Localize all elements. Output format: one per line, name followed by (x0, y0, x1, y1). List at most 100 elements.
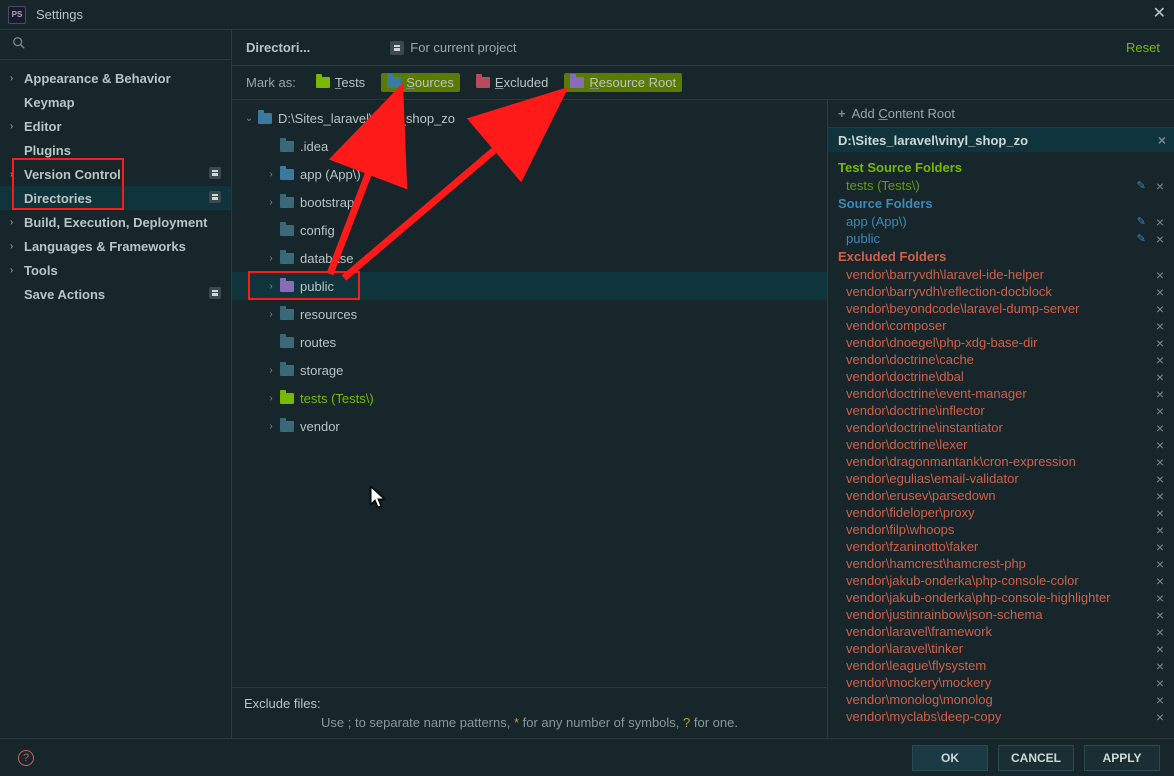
folder-row[interactable]: tests (Tests\)✎× (828, 177, 1174, 194)
remove-icon[interactable]: × (1156, 539, 1164, 555)
folder-row[interactable]: vendor\myclabs\deep-copy× (828, 708, 1174, 725)
sidebar-item-version-control[interactable]: ›Version Control (0, 162, 231, 186)
remove-icon[interactable]: × (1156, 522, 1164, 538)
remove-icon[interactable]: × (1156, 318, 1164, 334)
tree-item[interactable]: config (232, 216, 827, 244)
folder-row[interactable]: vendor\monolog\monolog× (828, 691, 1174, 708)
sidebar-item-build-execution-deployment[interactable]: ›Build, Execution, Deployment (0, 210, 231, 234)
tree-item[interactable]: ›storage (232, 356, 827, 384)
remove-icon[interactable]: × (1156, 641, 1164, 657)
sidebar-item-plugins[interactable]: Plugins (0, 138, 231, 162)
sidebar-item-appearance-behavior[interactable]: ›Appearance & Behavior (0, 66, 231, 90)
tree-item[interactable]: ›resources (232, 300, 827, 328)
ok-button[interactable]: OK (912, 745, 988, 771)
folder-row[interactable]: vendor\dnoegel\php-xdg-base-dir× (828, 334, 1174, 351)
sidebar-item-tools[interactable]: ›Tools (0, 258, 231, 282)
folder-row[interactable]: public✎× (828, 230, 1174, 247)
folder-row[interactable]: vendor\fideloper\proxy× (828, 504, 1174, 521)
remove-icon[interactable]: × (1156, 369, 1164, 385)
remove-icon[interactable]: × (1156, 386, 1164, 402)
mark-tests-button[interactable]: Tests (310, 73, 371, 92)
reset-link[interactable]: Reset (1126, 40, 1160, 55)
remove-icon[interactable]: × (1156, 454, 1164, 470)
folder-row[interactable]: vendor\composer× (828, 317, 1174, 334)
remove-icon[interactable]: × (1156, 607, 1164, 623)
remove-icon[interactable]: × (1156, 675, 1164, 691)
sidebar-item-directories[interactable]: Directories (0, 186, 231, 210)
mark-excluded-button[interactable]: Excluded (470, 73, 554, 92)
directory-tree[interactable]: ⌄D:\Sites_laravel\vinyl_shop_zo.idea›app… (232, 100, 827, 687)
remove-icon[interactable]: × (1156, 301, 1164, 317)
remove-root-icon[interactable]: × (1158, 132, 1166, 148)
tree-item[interactable]: ›database (232, 244, 827, 272)
folder-row[interactable]: vendor\doctrine\instantiator× (828, 419, 1174, 436)
folder-row[interactable]: vendor\fzaninotto\faker× (828, 538, 1174, 555)
remove-icon[interactable]: × (1156, 178, 1164, 194)
folder-row[interactable]: vendor\doctrine\lexer× (828, 436, 1174, 453)
add-content-root-button[interactable]: + Add Content Root (828, 100, 1174, 128)
sidebar-item-keymap[interactable]: Keymap (0, 90, 231, 114)
cancel-button[interactable]: CANCEL (998, 745, 1074, 771)
remove-icon[interactable]: × (1156, 471, 1164, 487)
sidebar-item-save-actions[interactable]: Save Actions (0, 282, 231, 306)
tree-item[interactable]: ›bootstrap (232, 188, 827, 216)
folder-row[interactable]: vendor\doctrine\inflector× (828, 402, 1174, 419)
remove-icon[interactable]: × (1156, 335, 1164, 351)
remove-icon[interactable]: × (1156, 267, 1164, 283)
remove-icon[interactable]: × (1156, 505, 1164, 521)
folder-row[interactable]: app (App\)✎× (828, 213, 1174, 230)
mark-resource-root-button[interactable]: Resource Root (564, 73, 682, 92)
tree-item[interactable]: ›vendor (232, 412, 827, 440)
folder-row[interactable]: vendor\doctrine\cache× (828, 351, 1174, 368)
folder-row[interactable]: vendor\hamcrest\hamcrest-php× (828, 555, 1174, 572)
edit-icon[interactable]: ✎ (1137, 215, 1146, 228)
tree-item[interactable]: routes (232, 328, 827, 356)
folder-row[interactable]: vendor\barryvdh\laravel-ide-helper× (828, 266, 1174, 283)
remove-icon[interactable]: × (1156, 573, 1164, 589)
folder-row[interactable]: vendor\doctrine\dbal× (828, 368, 1174, 385)
remove-icon[interactable]: × (1156, 556, 1164, 572)
folder-row[interactable]: vendor\jakub-onderka\php-console-color× (828, 572, 1174, 589)
folder-row[interactable]: vendor\filp\whoops× (828, 521, 1174, 538)
remove-icon[interactable]: × (1156, 624, 1164, 640)
tree-item[interactable]: ›public (232, 272, 827, 300)
folder-row[interactable]: vendor\league\flysystem× (828, 657, 1174, 674)
folder-row[interactable]: vendor\justinrainbow\json-schema× (828, 606, 1174, 623)
folder-row[interactable]: vendor\mockery\mockery× (828, 674, 1174, 691)
folder-row[interactable]: vendor\dragonmantank\cron-expression× (828, 453, 1174, 470)
folder-row[interactable]: vendor\erusev\parsedown× (828, 487, 1174, 504)
remove-icon[interactable]: × (1156, 420, 1164, 436)
close-button[interactable]: ✕ (1153, 6, 1166, 22)
remove-icon[interactable]: × (1156, 658, 1164, 674)
tree-item[interactable]: ⌄D:\Sites_laravel\vinyl_shop_zo (232, 104, 827, 132)
mark-sources-button[interactable]: Sources (381, 73, 460, 92)
remove-icon[interactable]: × (1156, 488, 1164, 504)
folder-row[interactable]: vendor\laravel\framework× (828, 623, 1174, 640)
remove-icon[interactable]: × (1156, 214, 1164, 230)
tree-item[interactable]: ›app (App\) (232, 160, 827, 188)
folder-row[interactable]: vendor\beyondcode\laravel-dump-server× (828, 300, 1174, 317)
edit-icon[interactable]: ✎ (1137, 179, 1146, 192)
search-row[interactable] (0, 30, 231, 60)
folder-row[interactable]: vendor\egulias\email-validator× (828, 470, 1174, 487)
folder-row[interactable]: vendor\doctrine\event-manager× (828, 385, 1174, 402)
folder-row[interactable]: vendor\jakub-onderka\php-console-highlig… (828, 589, 1174, 606)
remove-icon[interactable]: × (1156, 692, 1164, 708)
apply-button[interactable]: APPLY (1084, 745, 1160, 771)
help-icon[interactable]: ? (18, 750, 34, 766)
remove-icon[interactable]: × (1156, 231, 1164, 247)
remove-icon[interactable]: × (1156, 709, 1164, 725)
remove-icon[interactable]: × (1156, 352, 1164, 368)
content-root-path[interactable]: D:\Sites_laravel\vinyl_shop_zo × (828, 128, 1174, 152)
tree-item[interactable]: .idea (232, 132, 827, 160)
remove-icon[interactable]: × (1156, 590, 1164, 606)
folder-row[interactable]: vendor\laravel\tinker× (828, 640, 1174, 657)
remove-icon[interactable]: × (1156, 437, 1164, 453)
sidebar-item-editor[interactable]: ›Editor (0, 114, 231, 138)
remove-icon[interactable]: × (1156, 284, 1164, 300)
remove-icon[interactable]: × (1156, 403, 1164, 419)
tree-item[interactable]: ›tests (Tests\) (232, 384, 827, 412)
sidebar-item-languages-frameworks[interactable]: ›Languages & Frameworks (0, 234, 231, 258)
edit-icon[interactable]: ✎ (1137, 232, 1146, 245)
folder-row[interactable]: vendor\barryvdh\reflection-docblock× (828, 283, 1174, 300)
